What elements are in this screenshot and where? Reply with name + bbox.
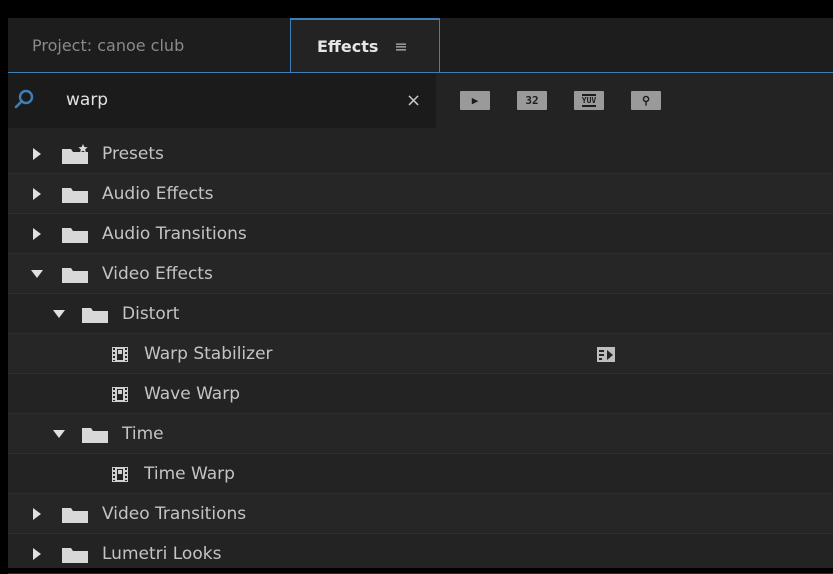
expand-arrow-icon[interactable] [30,507,44,520]
accelerated-effects-icon[interactable]: ▶ [460,91,490,110]
tree-item-label: Video Effects [102,263,213,284]
tree-item-audio-effects[interactable]: Audio Effects [8,174,833,214]
expand-arrow-icon[interactable] [30,147,44,160]
tree-item-label: Video Transitions [102,503,247,524]
film-effect-icon [112,386,128,402]
tree-item-wave-warp[interactable]: Wave Warp [8,374,833,414]
film-effect-icon [112,466,128,482]
tree-item-time[interactable]: Time [8,414,833,454]
search-input[interactable]: warp × [8,73,436,128]
yuv-icon[interactable]: YUV [574,91,604,110]
tab-project[interactable]: Project: canoe club [8,18,290,72]
yuv-label: YUV [581,94,597,107]
tab-bar: Project: canoe club Effects ≡ [8,18,833,72]
effects-panel: warp × ▶ 32 YUV ⚲ Presets Audio Effects … [8,72,833,574]
tree-item-lumetri-looks[interactable]: Lumetri Looks [8,534,833,574]
expand-arrow-icon[interactable] [30,187,44,200]
tree-item-label: Time Warp [144,463,235,484]
tree-item-label: Distort [122,303,180,324]
folder-icon [62,267,88,283]
tab-effects[interactable]: Effects ≡ [290,18,440,72]
expand-arrow-icon[interactable] [30,227,44,240]
tree-item-label: Audio Effects [102,183,214,204]
panel-menu-icon[interactable]: ≡ [394,37,407,56]
32-bit-label: 32 [525,94,539,107]
accelerated-glyph: ▶ [471,94,479,107]
search-value: warp [66,90,109,110]
tree-item-label: Warp Stabilizer [144,343,273,364]
tree-item-video-effects[interactable]: Video Effects [8,254,833,294]
collapse-arrow-icon[interactable] [30,269,44,278]
top-strip [0,0,833,18]
folder-icon [62,507,88,523]
folder-icon [62,227,88,243]
tab-project-label: Project: canoe club [32,35,185,55]
tree-item-label: Presets [102,143,164,164]
folder-icon [82,307,108,323]
tree-item-label: Lumetri Looks [102,543,222,564]
film-effect-icon [112,346,128,362]
tree-item-video-transitions[interactable]: Video Transitions [8,494,833,534]
expand-arrow-icon[interactable] [30,547,44,560]
folder-icon [82,427,108,443]
tree-item-time-warp[interactable]: Time Warp [8,454,833,494]
tree-item-audio-transitions[interactable]: Audio Transitions [8,214,833,254]
collapse-arrow-icon[interactable] [52,429,66,438]
tree-item-warp-stabilizer[interactable]: Warp Stabilizer [8,334,833,374]
32-bit-icon[interactable]: 32 [517,91,547,110]
search-row: warp × ▶ 32 YUV ⚲ [8,73,833,128]
effects-panel-window: Project: canoe club Effects ≡ warp × ▶ 3… [0,0,833,574]
gpu-icon[interactable]: ⚲ [631,91,661,110]
folder-icon [62,187,88,203]
tree-item-label: Time [122,423,164,444]
collapse-arrow-icon[interactable] [52,309,66,318]
preset-folder-icon [62,143,88,164]
left-edge [0,18,8,568]
effects-tree: Presets Audio Effects Audio Transitions [8,134,833,574]
search-icon [14,89,34,109]
folder-icon [62,547,88,563]
close-icon[interactable]: × [406,73,421,128]
tree-item-label: Wave Warp [144,383,240,404]
gpu-glyph: ⚲ [641,94,651,107]
accelerated-effects-icon [597,347,615,362]
tree-item-distort[interactable]: Distort [8,294,833,334]
tree-item-label: Audio Transitions [102,223,247,244]
tree-item-presets[interactable]: Presets [8,134,833,174]
tab-effects-label: Effects [317,36,379,56]
